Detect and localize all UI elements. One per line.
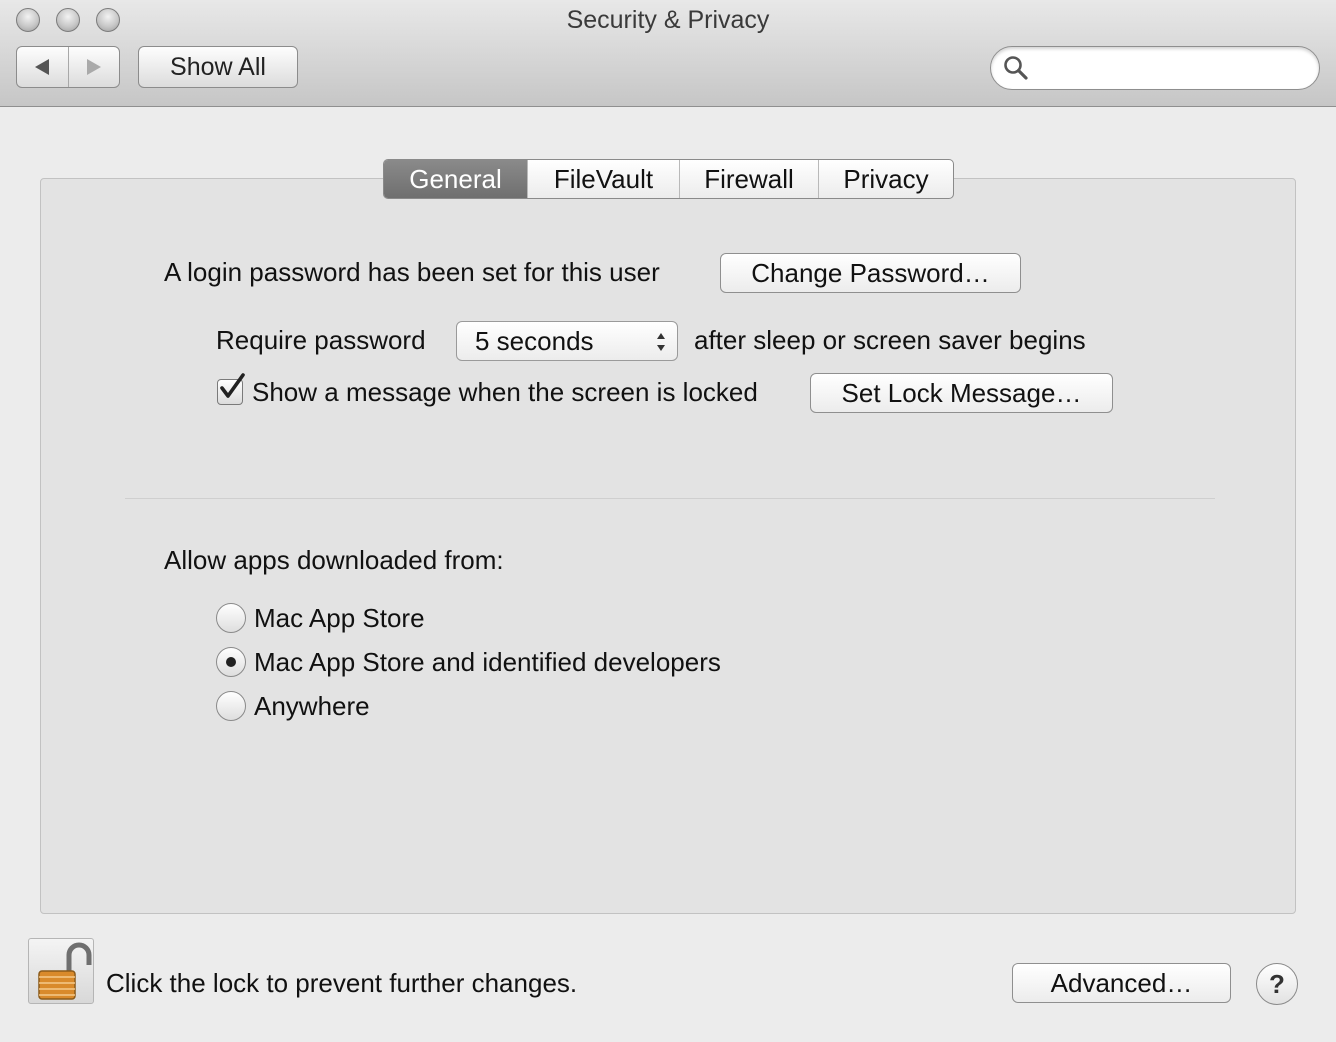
change-password-button[interactable]: Change Password… (720, 253, 1021, 293)
back-icon (35, 59, 50, 75)
tab-filevault[interactable]: FileVault (527, 160, 679, 198)
advanced-button[interactable]: Advanced… (1012, 963, 1231, 1003)
help-icon: ? (1269, 968, 1285, 999)
section-divider (125, 498, 1215, 499)
checkmark-icon (220, 373, 245, 398)
after-sleep-text: after sleep or screen saver begins (694, 325, 1086, 355)
require-password-label: Require password (216, 325, 426, 355)
back-forward-group (16, 46, 120, 88)
radio-label-mac-app-store-identified[interactable]: Mac App Store and identified developers (254, 647, 721, 678)
radio-anywhere[interactable] (216, 691, 246, 721)
help-button[interactable]: ? (1256, 963, 1298, 1005)
set-lock-message-button[interactable]: Set Lock Message… (810, 373, 1113, 413)
title-bar: Security & Privacy Show All (0, 0, 1336, 107)
tab-general[interactable]: General (384, 160, 527, 198)
lock-status-text: Click the lock to prevent further change… (106, 968, 578, 998)
search-icon (1004, 56, 1028, 80)
forward-button[interactable] (67, 47, 120, 87)
security-privacy-window: Security & Privacy Show All General File… (0, 0, 1336, 1042)
tab-bar: General FileVault Firewall Privacy (383, 159, 954, 199)
radio-label-anywhere[interactable]: Anywhere (254, 691, 370, 722)
tab-firewall[interactable]: Firewall (679, 160, 818, 198)
popup-arrows-icon (657, 333, 665, 351)
back-button[interactable] (17, 47, 68, 87)
forward-icon (86, 59, 101, 75)
lock-button[interactable] (28, 938, 94, 1004)
radio-label-mac-app-store[interactable]: Mac App Store (254, 603, 425, 634)
show-message-checkbox[interactable] (217, 373, 245, 405)
radio-mac-app-store[interactable] (216, 603, 246, 633)
show-message-label[interactable]: Show a message when the screen is locked (252, 377, 758, 408)
login-password-text: A login password has been set for this u… (164, 257, 660, 287)
show-all-button[interactable]: Show All (138, 46, 298, 88)
radio-mac-app-store-identified[interactable] (216, 647, 246, 677)
tab-privacy[interactable]: Privacy (818, 160, 953, 198)
require-password-popup[interactable]: 5 seconds (456, 321, 678, 361)
radio-selected-dot (226, 657, 236, 667)
require-password-value: 5 seconds (475, 326, 594, 356)
allow-apps-label: Allow apps downloaded from: (164, 545, 504, 575)
lock-icon (38, 942, 92, 1000)
search-input[interactable] (990, 46, 1320, 90)
window-title: Security & Privacy (566, 6, 770, 34)
